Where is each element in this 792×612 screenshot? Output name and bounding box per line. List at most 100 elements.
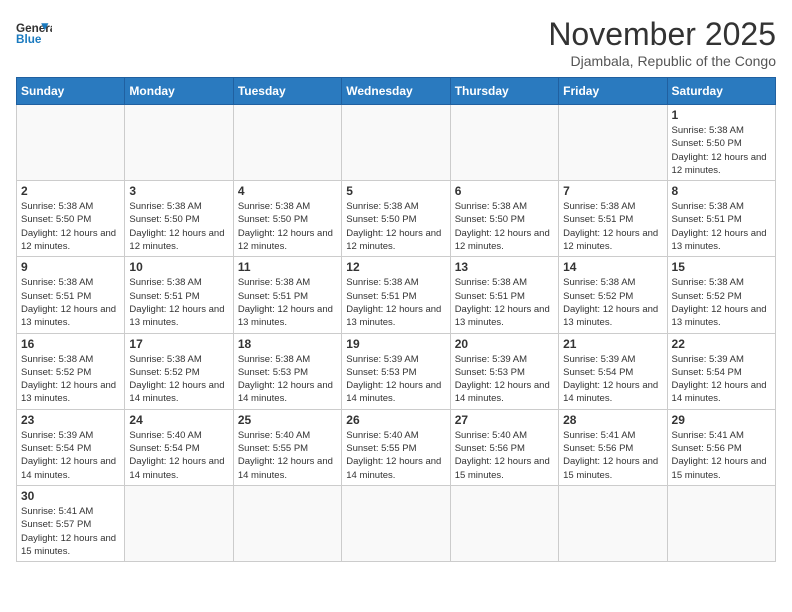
weekday-header-row: SundayMondayTuesdayWednesdayThursdayFrid… bbox=[17, 78, 776, 105]
day-info: Sunrise: 5:38 AMSunset: 5:51 PMDaylight:… bbox=[455, 276, 554, 329]
calendar-cell: 18 Sunrise: 5:38 AMSunset: 5:53 PMDayligh… bbox=[233, 333, 341, 409]
day-number: 30 bbox=[21, 489, 120, 503]
day-info: Sunrise: 5:39 AMSunset: 5:54 PMDaylight:… bbox=[672, 353, 771, 406]
calendar-cell: 24Sunrise: 5:40 AMSunset: 5:54 PMDayligh… bbox=[125, 409, 233, 485]
day-number: 15 bbox=[672, 260, 771, 274]
day-info: Sunrise: 5:41 AMSunset: 5:56 PMDaylight:… bbox=[563, 429, 662, 482]
day-info: Sunrise: 5:38 AMSunset: 5:52 PMDaylight:… bbox=[21, 353, 120, 406]
calendar-cell: 11Sunrise: 5:38 AMSunset: 5:51 PMDayligh… bbox=[233, 257, 341, 333]
weekday-header-monday: Monday bbox=[125, 78, 233, 105]
day-number: 9 bbox=[21, 260, 120, 274]
calendar-cell: 16 Sunrise: 5:38 AMSunset: 5:52 PMDayligh… bbox=[17, 333, 125, 409]
calendar-cell: 13 Sunrise: 5:38 AMSunset: 5:51 PMDayligh… bbox=[450, 257, 558, 333]
day-number: 22 bbox=[672, 337, 771, 351]
calendar-cell: 5Sunrise: 5:38 AMSunset: 5:50 PMDaylight… bbox=[342, 181, 450, 257]
day-number: 13 bbox=[455, 260, 554, 274]
calendar-cell bbox=[233, 105, 341, 181]
calendar-week-6: 30 Sunrise: 5:41 AMSunset: 5:57 PMDayligh… bbox=[17, 485, 776, 561]
day-info: Sunrise: 5:38 AMSunset: 5:51 PMDaylight:… bbox=[563, 200, 662, 253]
day-number: 28 bbox=[563, 413, 662, 427]
day-number: 25 bbox=[238, 413, 337, 427]
day-number: 1 bbox=[672, 108, 771, 122]
calendar-week-3: 9 Sunrise: 5:38 AMSunset: 5:51 PMDaylight… bbox=[17, 257, 776, 333]
weekday-header-saturday: Saturday bbox=[667, 78, 775, 105]
day-number: 12 bbox=[346, 260, 445, 274]
calendar-cell bbox=[125, 485, 233, 561]
calendar-cell: 6Sunrise: 5:38 AMSunset: 5:50 PMDaylight… bbox=[450, 181, 558, 257]
day-number: 18 bbox=[238, 337, 337, 351]
calendar-cell bbox=[17, 105, 125, 181]
calendar-cell: 12 Sunrise: 5:38 AMSunset: 5:51 PMDayligh… bbox=[342, 257, 450, 333]
weekday-header-friday: Friday bbox=[559, 78, 667, 105]
calendar-cell: 27Sunrise: 5:40 AMSunset: 5:56 PMDayligh… bbox=[450, 409, 558, 485]
day-info: Sunrise: 5:38 AMSunset: 5:50 PMDaylight:… bbox=[346, 200, 445, 253]
day-info: Sunrise: 5:40 AMSunset: 5:55 PMDaylight:… bbox=[238, 429, 337, 482]
day-number: 17 bbox=[129, 337, 228, 351]
day-info: Sunrise: 5:39 AMSunset: 5:53 PMDaylight:… bbox=[455, 353, 554, 406]
calendar-cell: 9 Sunrise: 5:38 AMSunset: 5:51 PMDaylight… bbox=[17, 257, 125, 333]
calendar-cell bbox=[450, 485, 558, 561]
day-number: 14 bbox=[563, 260, 662, 274]
calendar-cell: 17 Sunrise: 5:38 AMSunset: 5:52 PMDayligh… bbox=[125, 333, 233, 409]
day-info: Sunrise: 5:38 AMSunset: 5:51 PMDaylight:… bbox=[672, 200, 771, 253]
svg-text:Blue: Blue bbox=[16, 33, 42, 46]
calendar-cell: 20 Sunrise: 5:39 AMSunset: 5:53 PMDayligh… bbox=[450, 333, 558, 409]
calendar-week-2: 2 Sunrise: 5:38 AMSunset: 5:50 PMDaylight… bbox=[17, 181, 776, 257]
day-info: Sunrise: 5:38 AMSunset: 5:51 PMDaylight:… bbox=[238, 276, 337, 329]
calendar-cell: 28 Sunrise: 5:41 AMSunset: 5:56 PMDayligh… bbox=[559, 409, 667, 485]
calendar-cell: 3 Sunrise: 5:38 AMSunset: 5:50 PMDaylight… bbox=[125, 181, 233, 257]
day-number: 3 bbox=[129, 184, 228, 198]
day-info: Sunrise: 5:39 AMSunset: 5:53 PMDaylight:… bbox=[346, 353, 445, 406]
calendar-cell bbox=[233, 485, 341, 561]
month-year: November 2025 bbox=[548, 16, 776, 53]
calendar-cell bbox=[450, 105, 558, 181]
calendar-week-1: 1Sunrise: 5:38 AMSunset: 5:50 PMDaylight… bbox=[17, 105, 776, 181]
day-info: Sunrise: 5:38 AMSunset: 5:51 PMDaylight:… bbox=[129, 276, 228, 329]
day-info: Sunrise: 5:38 AMSunset: 5:53 PMDaylight:… bbox=[238, 353, 337, 406]
weekday-header-sunday: Sunday bbox=[17, 78, 125, 105]
calendar-table: SundayMondayTuesdayWednesdayThursdayFrid… bbox=[16, 77, 776, 562]
day-number: 29 bbox=[672, 413, 771, 427]
weekday-header-tuesday: Tuesday bbox=[233, 78, 341, 105]
day-info: Sunrise: 5:40 AMSunset: 5:54 PMDaylight:… bbox=[129, 429, 228, 482]
header: General Blue November 2025 Djambala, Rep… bbox=[16, 16, 776, 69]
title-block: November 2025 Djambala, Republic of the … bbox=[548, 16, 776, 69]
day-number: 7 bbox=[563, 184, 662, 198]
calendar-cell: 29 Sunrise: 5:41 AMSunset: 5:56 PMDayligh… bbox=[667, 409, 775, 485]
calendar-cell: 10Sunrise: 5:38 AMSunset: 5:51 PMDayligh… bbox=[125, 257, 233, 333]
day-info: Sunrise: 5:41 AMSunset: 5:56 PMDaylight:… bbox=[672, 429, 771, 482]
day-number: 2 bbox=[21, 184, 120, 198]
logo-icon: General Blue bbox=[16, 16, 52, 52]
calendar-cell: 19Sunrise: 5:39 AMSunset: 5:53 PMDayligh… bbox=[342, 333, 450, 409]
calendar-cell bbox=[559, 485, 667, 561]
calendar-cell bbox=[667, 485, 775, 561]
calendar-cell: 15 Sunrise: 5:38 AMSunset: 5:52 PMDayligh… bbox=[667, 257, 775, 333]
calendar-cell: 23Sunrise: 5:39 AMSunset: 5:54 PMDayligh… bbox=[17, 409, 125, 485]
day-number: 16 bbox=[21, 337, 120, 351]
day-info: Sunrise: 5:38 AMSunset: 5:51 PMDaylight:… bbox=[21, 276, 120, 329]
calendar-cell: 2 Sunrise: 5:38 AMSunset: 5:50 PMDaylight… bbox=[17, 181, 125, 257]
day-info: Sunrise: 5:38 AMSunset: 5:50 PMDaylight:… bbox=[455, 200, 554, 253]
day-number: 27 bbox=[455, 413, 554, 427]
location: Djambala, Republic of the Congo bbox=[548, 53, 776, 69]
day-info: Sunrise: 5:38 AMSunset: 5:51 PMDaylight:… bbox=[346, 276, 445, 329]
calendar-cell: 30 Sunrise: 5:41 AMSunset: 5:57 PMDayligh… bbox=[17, 485, 125, 561]
day-info: Sunrise: 5:41 AMSunset: 5:57 PMDaylight:… bbox=[21, 505, 120, 558]
calendar-cell: 4 Sunrise: 5:38 AMSunset: 5:50 PMDaylight… bbox=[233, 181, 341, 257]
calendar-cell: 14Sunrise: 5:38 AMSunset: 5:52 PMDayligh… bbox=[559, 257, 667, 333]
logo: General Blue bbox=[16, 16, 52, 52]
day-number: 21 bbox=[563, 337, 662, 351]
day-info: Sunrise: 5:40 AMSunset: 5:55 PMDaylight:… bbox=[346, 429, 445, 482]
calendar-cell bbox=[342, 105, 450, 181]
calendar-cell bbox=[559, 105, 667, 181]
day-number: 4 bbox=[238, 184, 337, 198]
weekday-header-wednesday: Wednesday bbox=[342, 78, 450, 105]
day-info: Sunrise: 5:38 AMSunset: 5:52 PMDaylight:… bbox=[672, 276, 771, 329]
day-info: Sunrise: 5:38 AMSunset: 5:50 PMDaylight:… bbox=[21, 200, 120, 253]
day-info: Sunrise: 5:38 AMSunset: 5:50 PMDaylight:… bbox=[238, 200, 337, 253]
day-info: Sunrise: 5:38 AMSunset: 5:52 PMDaylight:… bbox=[129, 353, 228, 406]
day-info: Sunrise: 5:38 AMSunset: 5:50 PMDaylight:… bbox=[129, 200, 228, 253]
day-info: Sunrise: 5:39 AMSunset: 5:54 PMDaylight:… bbox=[21, 429, 120, 482]
day-number: 20 bbox=[455, 337, 554, 351]
weekday-header-thursday: Thursday bbox=[450, 78, 558, 105]
